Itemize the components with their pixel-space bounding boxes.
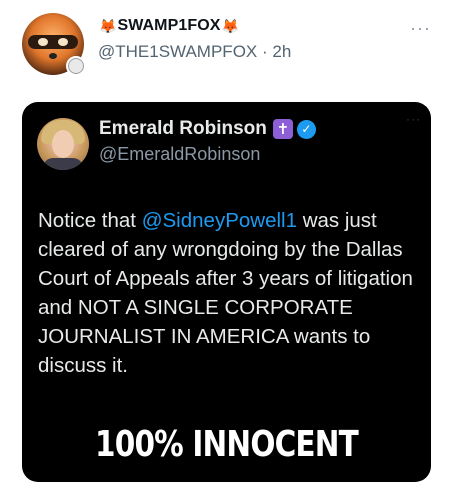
cross-badge-icon: ✝ — [272, 119, 293, 139]
embedded-text-before: Notice that — [38, 209, 142, 232]
fox-emoji-right: 🦊 — [221, 18, 240, 34]
author-handle-row: @THE1SWAMPFOX · 2h — [98, 42, 433, 62]
more-icon[interactable]: ··· — [410, 18, 431, 39]
fox-emoji-left: 🦊 — [99, 18, 117, 34]
embedded-author-name: Emerald Robinson — [99, 118, 267, 139]
avatar-affiliation-badge — [66, 56, 86, 76]
embedded-more-icon: ··· — [406, 112, 421, 126]
verified-icon: ✓ — [296, 119, 316, 139]
embedded-author-name-row: Emerald Robinson ✝ ✓ — [99, 117, 316, 141]
embedded-tweet-text: Notice that @SidneyPowell1 was just clea… — [38, 206, 422, 380]
post-media-image[interactable]: ··· Emerald Robinson ✝ ✓ @EmeraldRobinso… — [22, 102, 431, 482]
avatar-eye-right — [58, 38, 68, 46]
embedded-author-handle: @EmeraldRobinson — [99, 144, 261, 164]
avatar-face — [52, 130, 74, 158]
post-card[interactable]: 🦊 SWAMP1FOX 🦊 @THE1SWAMPFOX · 2h ··· ···… — [0, 0, 453, 500]
author-name-row[interactable]: 🦊 SWAMP1FOX 🦊 — [98, 16, 433, 36]
avatar-shirt — [43, 158, 83, 170]
embedded-text-after: was just cleared of any wrongdoing by th… — [38, 209, 413, 377]
image-caption: 100% INNOCENT — [95, 424, 359, 465]
avatar-eye-left — [38, 38, 48, 46]
author-display-name[interactable]: SWAMP1FOX — [117, 17, 220, 35]
avatar-mask — [28, 35, 78, 49]
embedded-author-avatar — [37, 118, 89, 170]
avatar-snout — [49, 53, 57, 59]
author-handle[interactable]: @THE1SWAMPFOX — [98, 42, 257, 61]
embedded-mention: @SidneyPowell1 — [141, 209, 297, 232]
post-time[interactable]: 2h — [272, 42, 291, 61]
post-header: 🦊 SWAMP1FOX 🦊 @THE1SWAMPFOX · 2h — [98, 16, 433, 62]
separator-dot: · — [262, 42, 268, 61]
